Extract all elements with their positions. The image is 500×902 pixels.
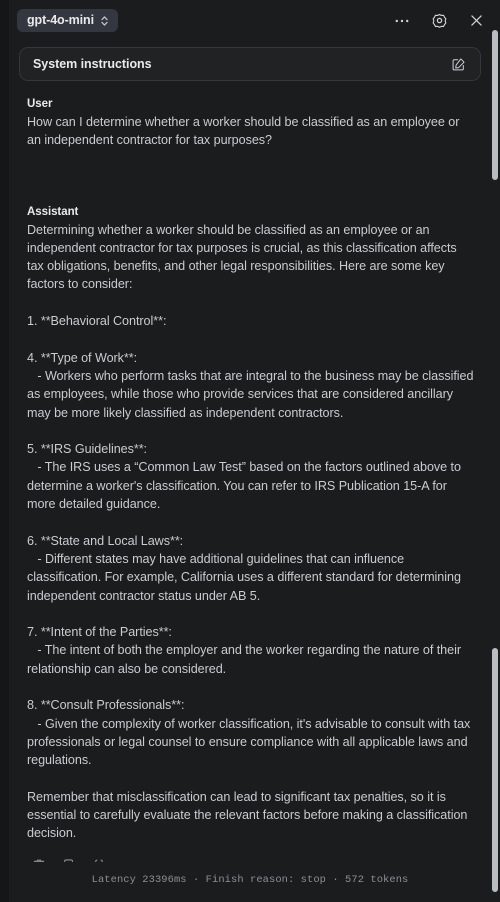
delete-icon[interactable] [31, 857, 46, 862]
edit-pencil-square-icon[interactable] [448, 54, 468, 74]
scrollbar-thumb-secondary[interactable] [492, 648, 498, 892]
assistant-message-text[interactable]: Determining whether a worker should be c… [27, 221, 476, 843]
role-label-user: User [27, 98, 53, 110]
system-instructions-card[interactable]: System instructions [19, 47, 481, 81]
role-label-assistant: Assistant [27, 205, 79, 218]
system-instructions-label: System instructions [33, 57, 152, 71]
top-bar: gpt-4o-mini [0, 0, 500, 41]
ellipsis-icon[interactable] [392, 11, 412, 31]
conversation-area: User How can I determine whether a worke… [0, 81, 500, 862]
scrollbar-thumb[interactable] [492, 30, 498, 180]
topbar-actions [392, 11, 486, 31]
model-selector-label: gpt-4o-mini [27, 13, 94, 28]
message-assistant: Assistant Determining whether a worker s… [27, 206, 476, 862]
playground-window: gpt-4o-mini System instructions User How… [0, 0, 500, 902]
message-gap [27, 150, 476, 206]
model-selector[interactable]: gpt-4o-mini [17, 9, 118, 32]
response-meta: Latency 23396ms · Finish reason: stop · … [91, 874, 409, 886]
thumbs-down-icon[interactable] [61, 857, 76, 862]
system-instructions-section: System instructions [0, 41, 500, 81]
gear-icon[interactable] [429, 11, 449, 31]
assistant-message-actions [27, 843, 476, 862]
user-message-text[interactable]: How can I determine whether a worker sho… [27, 113, 476, 150]
chevron-updown-icon [100, 15, 109, 27]
scrollbar-track[interactable] [490, 0, 500, 902]
message-user: User How can I determine whether a worke… [27, 98, 476, 150]
json-braces-icon[interactable] [91, 857, 106, 862]
close-icon[interactable] [466, 11, 486, 31]
